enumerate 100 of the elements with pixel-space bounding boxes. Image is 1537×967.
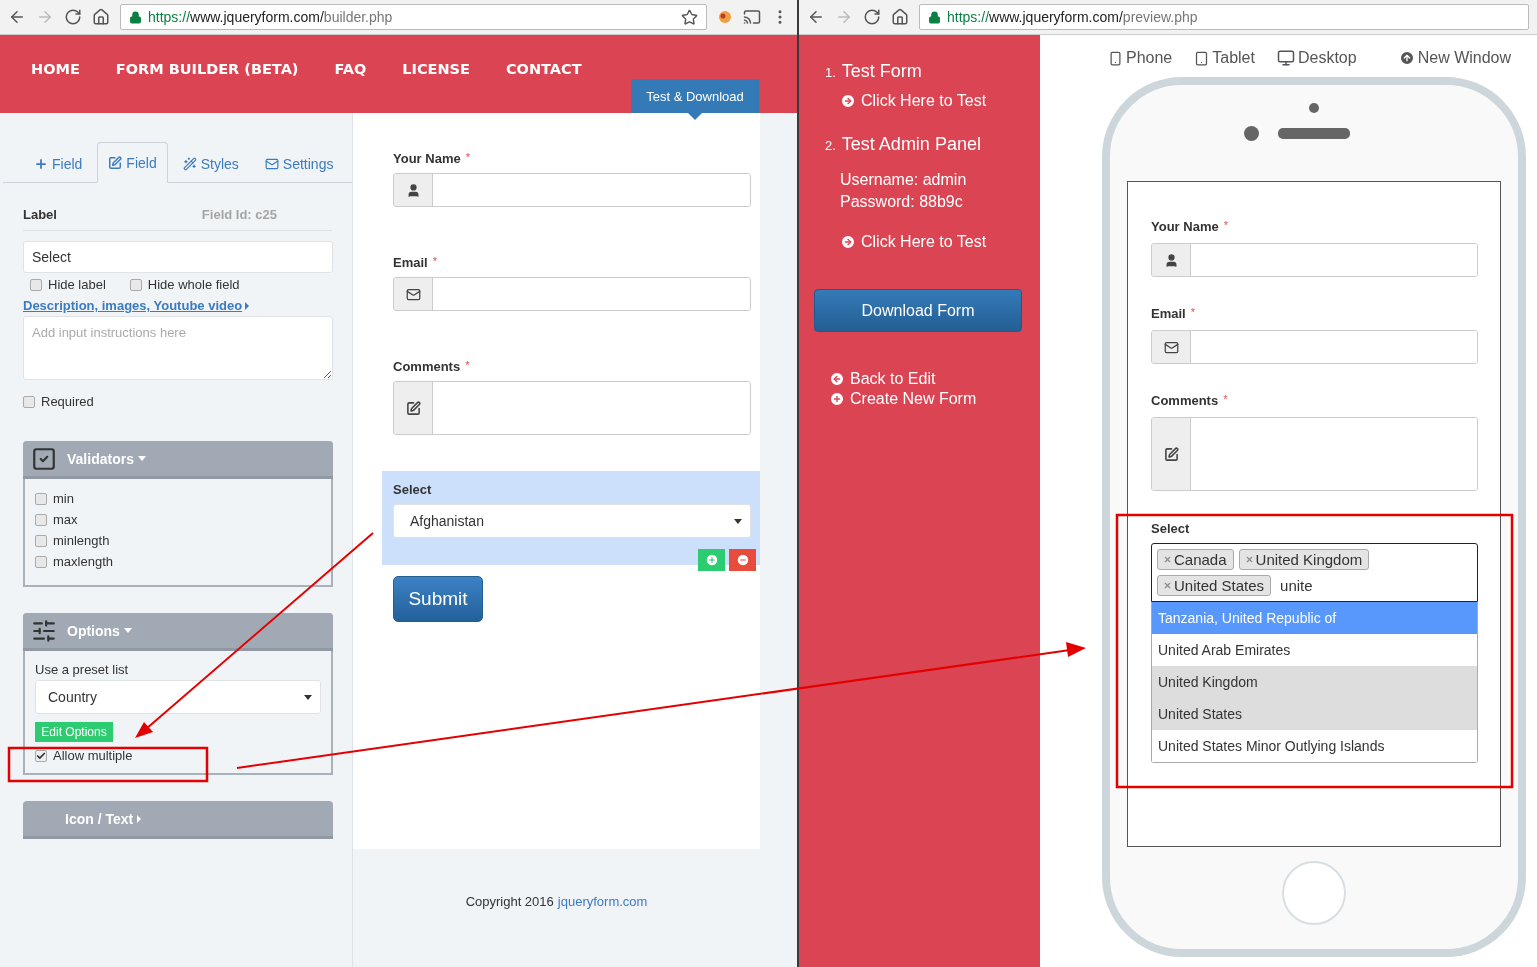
text-field[interactable] [393, 173, 751, 207]
url-field[interactable]: https://www.jqueryform.com/builder.php [120, 4, 707, 30]
preset-label: Use a preset list [35, 662, 130, 677]
download-button[interactable]: Download Form [814, 289, 1022, 332]
tab[interactable]: Field [23, 145, 94, 183]
nav-link[interactable]: FORM BUILDER (BETA) [115, 61, 299, 77]
user-icon [405, 182, 421, 198]
cast-icon[interactable] [743, 8, 761, 26]
field-label: Comments * [393, 359, 471, 374]
field-label: Email * [1151, 306, 1196, 321]
minus-icon [735, 553, 750, 567]
nav-link[interactable]: FAQ [334, 61, 367, 77]
reload-icon[interactable] [863, 8, 881, 26]
phone-icon [1108, 50, 1123, 66]
tab[interactable]: Settings [253, 145, 345, 183]
action-link[interactable]: Back to Edit [829, 370, 1040, 388]
result-option[interactable]: Tanzania, United Republic of [1152, 602, 1477, 634]
tablet-icon [1194, 50, 1210, 66]
sliders-icon [31, 617, 57, 644]
remove-icon[interactable] [1163, 555, 1172, 564]
plus-icon [34, 157, 48, 171]
edit-icon [405, 400, 421, 416]
text-field[interactable] [1151, 330, 1478, 364]
edit-icon [108, 155, 123, 170]
url-field[interactable]: https://www.jqueryform.com/preview.php [919, 4, 1529, 30]
tab[interactable]: Styles [171, 145, 250, 183]
step-title: 1. Test Form [825, 61, 923, 82]
back-icon[interactable] [807, 8, 825, 26]
test-download-button[interactable]: Test & Download [631, 79, 759, 113]
text-field[interactable] [393, 277, 751, 311]
checkbox[interactable] [129, 278, 142, 291]
nav-link[interactable]: CONTACT [505, 61, 582, 77]
forward-icon[interactable] [835, 8, 853, 26]
home-icon[interactable] [92, 8, 110, 26]
checkbox[interactable] [35, 513, 47, 526]
arrow-right-icon [840, 93, 856, 109]
envelope-icon [1163, 339, 1179, 355]
device-tab[interactable]: Desktop [1276, 49, 1357, 67]
selected-tag[interactable]: United States [1157, 575, 1272, 596]
checkbox-label: Required [41, 394, 94, 409]
panel-title[interactable]: Options [67, 622, 132, 639]
user-icon [1163, 252, 1179, 268]
text-field[interactable] [1151, 243, 1478, 277]
device-tab[interactable]: New Window [1398, 49, 1512, 67]
lock-icon [928, 10, 941, 24]
site-link[interactable]: jqueryform.com [557, 894, 648, 909]
tab[interactable]: Field [97, 142, 168, 183]
forward-icon[interactable] [36, 8, 54, 26]
home-icon[interactable] [891, 8, 909, 26]
field-label: Select [1151, 521, 1191, 536]
dropdown-field[interactable]: Afghanistan [393, 504, 751, 538]
nav-link[interactable]: HOME [31, 61, 80, 77]
nav-link[interactable]: LICENSE [402, 61, 470, 77]
remove-button[interactable] [729, 549, 756, 571]
field-label: Your Name * [393, 151, 471, 166]
selected-tag[interactable]: Canada [1157, 549, 1234, 570]
action-link[interactable]: Create New Form [829, 390, 1040, 408]
checkbox[interactable] [35, 534, 47, 547]
checkbox-label: Allow multiple [53, 748, 133, 763]
submit-button[interactable]: Submit [393, 576, 483, 622]
checkbox[interactable] [35, 749, 47, 762]
checkbox[interactable] [35, 555, 47, 568]
extension-icon[interactable] [717, 9, 733, 25]
preset-select[interactable]: Country [35, 680, 321, 714]
checkbox[interactable] [35, 492, 47, 505]
star-icon[interactable] [681, 8, 698, 26]
speaker-icon [1278, 128, 1350, 139]
reload-icon[interactable] [64, 8, 82, 26]
checkbox-icon [31, 445, 57, 472]
back-icon[interactable] [8, 8, 26, 26]
checkbox[interactable] [30, 278, 42, 291]
instructions-field[interactable]: Add input instructions here [23, 316, 333, 380]
remove-icon[interactable] [1244, 555, 1254, 564]
multi-select[interactable]: Canada United Kingdom United States unite [1151, 543, 1478, 602]
checkbox[interactable] [23, 395, 35, 408]
plus-icon [829, 391, 845, 407]
field-id: Field Id: c25 [201, 207, 277, 222]
test-link[interactable]: Click Here to Test [840, 233, 1040, 251]
comments-field[interactable] [1151, 417, 1478, 491]
remove-icon[interactable] [1163, 581, 1172, 590]
result-option[interactable]: United States [1152, 698, 1477, 730]
test-link[interactable]: Click Here to Test [840, 92, 1040, 110]
icon-text-panel[interactable]: Icon / Text [23, 801, 333, 839]
lock-icon [129, 10, 142, 24]
add-button[interactable] [698, 549, 725, 571]
comments-field[interactable] [393, 381, 751, 435]
envelope-icon [405, 286, 421, 302]
device-tab[interactable]: Phone [1108, 49, 1173, 67]
checkbox-label: min [53, 491, 74, 506]
selected-tag[interactable]: United Kingdom [1238, 549, 1370, 570]
monitor-icon [1276, 49, 1295, 67]
result-option[interactable]: United Kingdom [1152, 666, 1477, 698]
checkbox-label: minlength [53, 533, 110, 548]
panel-title[interactable]: Validators [67, 450, 146, 467]
device-tab[interactable]: Tablet [1194, 49, 1255, 67]
description-link[interactable]: Description, images, Youtube video [23, 298, 250, 313]
label-input[interactable]: Select [23, 241, 333, 273]
checkbox-label: Hide whole field [147, 277, 240, 292]
field-label: Your Name * [1151, 219, 1229, 234]
sensor-icon [1309, 103, 1319, 113]
